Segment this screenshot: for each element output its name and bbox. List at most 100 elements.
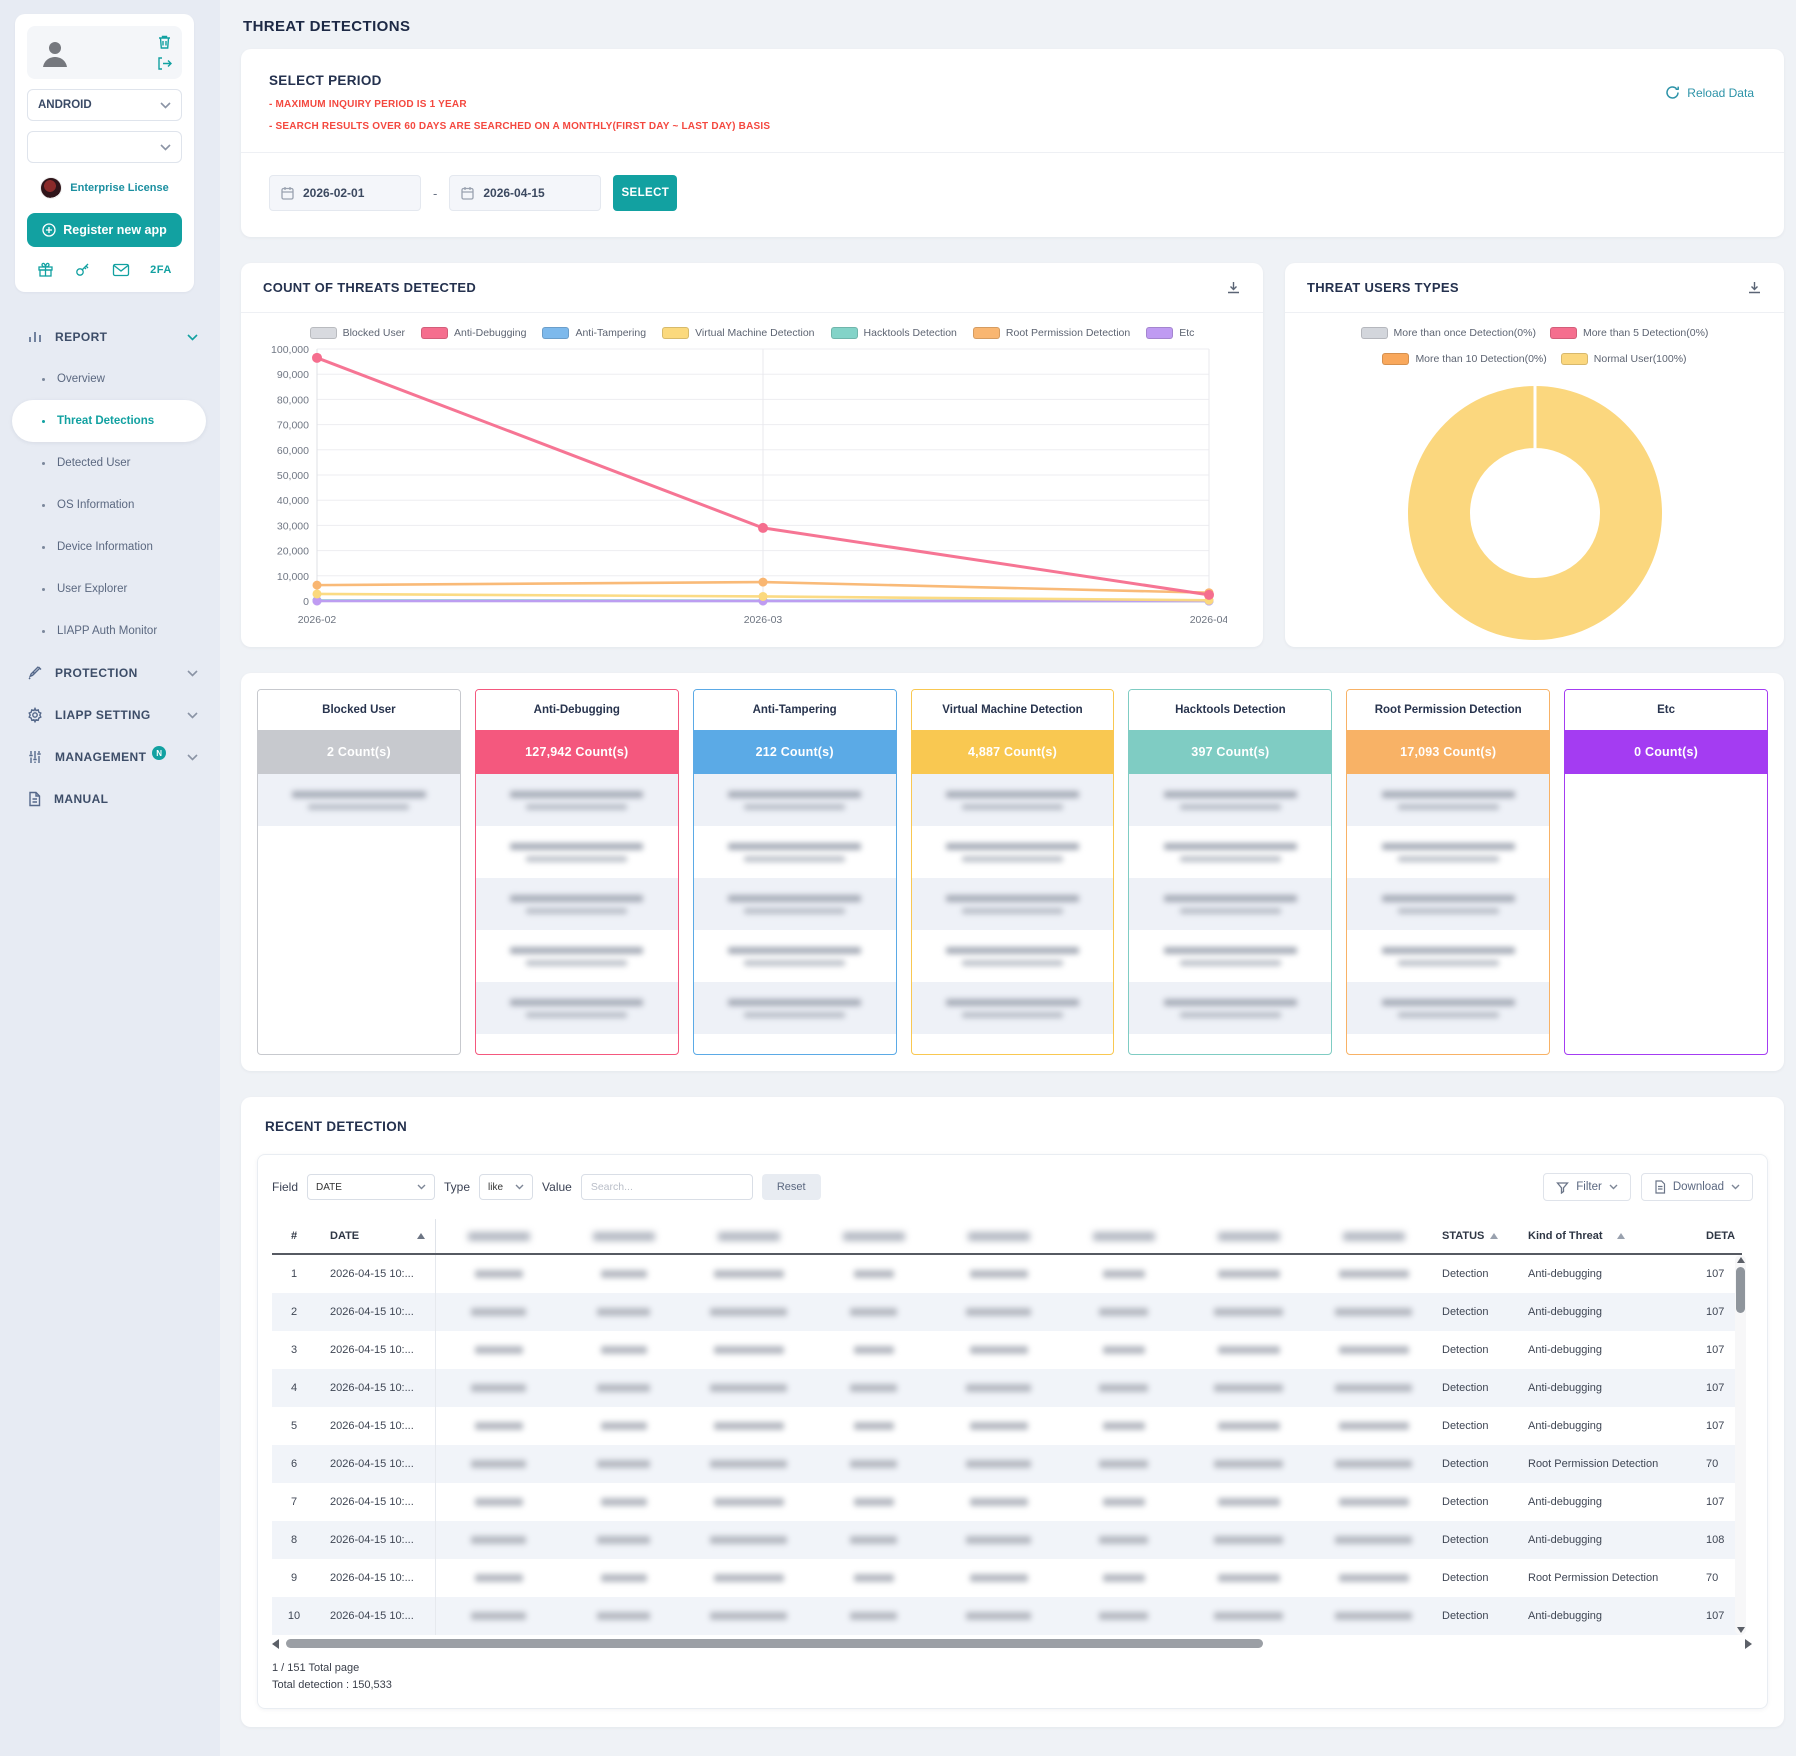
menu-report[interactable]: REPORT (0, 316, 220, 358)
legend-item[interactable]: Virtual Machine Detection (662, 327, 815, 339)
sidebar-item-user-explorer[interactable]: User Explorer (0, 568, 220, 610)
sidebar-item-os-information[interactable]: OS Information (0, 484, 220, 526)
scroll-left-arrow[interactable] (272, 1639, 279, 1649)
logout-icon[interactable] (156, 56, 172, 71)
legend-item[interactable]: Normal User(100%) (1560, 353, 1687, 365)
count-card-title: Anti-Debugging (475, 690, 678, 730)
blurred-text (474, 1270, 523, 1278)
blurred-entry (693, 982, 896, 1034)
blurred-text (1217, 1574, 1280, 1582)
legend-item[interactable]: Blocked User (309, 327, 405, 339)
blurred-text (728, 894, 862, 902)
sort-asc-icon[interactable] (417, 1233, 425, 1239)
date-from-input[interactable]: 2026-02-01 (269, 175, 421, 211)
gift-icon[interactable] (37, 261, 54, 278)
legend-item[interactable]: Anti-Debugging (421, 327, 526, 339)
menu-liapp-setting[interactable]: LIAPP SETTING (0, 694, 220, 736)
svg-text:100,000: 100,000 (271, 344, 309, 356)
legend-item[interactable]: Root Permission Detection (972, 327, 1130, 339)
legend-item[interactable]: More than 10 Detection(0%) (1382, 353, 1547, 365)
sidebar-item-threat-detections[interactable]: Threat Detections (12, 400, 206, 442)
cell-blurred (1186, 1384, 1311, 1392)
select-button[interactable]: SELECT (613, 175, 678, 211)
mail-icon[interactable] (112, 263, 130, 277)
download-button[interactable]: Download (1640, 1173, 1753, 1201)
cell-blurred (936, 1536, 1061, 1544)
download-icon[interactable] (1747, 280, 1762, 295)
legend-item[interactable]: Hacktools Detection (830, 327, 957, 339)
table-row[interactable]: 5 2026-04-15 10:... Detection Anti-debuggin… (272, 1407, 1742, 1445)
platform-select[interactable]: ANDROID (27, 89, 182, 121)
reset-button[interactable]: Reset (761, 1174, 821, 1200)
calendar-icon (281, 187, 294, 200)
twofa-button[interactable]: 2FA (150, 264, 172, 276)
type-select[interactable]: like (479, 1174, 534, 1200)
column-header-date[interactable]: DATE (316, 1219, 436, 1253)
column-header-num[interactable]: # (272, 1230, 316, 1242)
cell-blurred (811, 1498, 936, 1506)
table-row[interactable]: 7 2026-04-15 10:... Detection Anti-debuggin… (272, 1483, 1742, 1521)
horizontal-scroll-thumb[interactable] (286, 1639, 1263, 1648)
count-card-value: 0 Count(s) (1565, 730, 1767, 774)
reload-data-button[interactable]: Reload Data (1665, 85, 1754, 100)
legend-item[interactable]: Etc (1146, 327, 1194, 339)
menu-report-label: REPORT (55, 330, 108, 344)
column-header-detail[interactable]: DETA (1706, 1230, 1742, 1242)
vertical-scroll-thumb[interactable] (1736, 1267, 1745, 1313)
filter-button[interactable]: Filter (1543, 1173, 1631, 1201)
app-select[interactable] (27, 131, 182, 163)
table-row[interactable]: 1 2026-04-15 10:... Detection Anti-debuggin… (272, 1255, 1742, 1293)
sidebar-item-label: LIAPP Auth Monitor (57, 625, 158, 637)
cell-blurred (1061, 1460, 1186, 1468)
blurred-text (945, 842, 1080, 850)
table-row[interactable]: 8 2026-04-15 10:... Detection Anti-debuggin… (272, 1521, 1742, 1559)
vertical-scrollbar[interactable] (1735, 1255, 1746, 1635)
cell-blurred (436, 1384, 561, 1392)
blurred-entry (912, 930, 1114, 982)
count-card-list (258, 774, 460, 1054)
blurred-entry (258, 774, 460, 826)
license-row: Enterprise License (27, 177, 182, 199)
chevron-down-icon (187, 669, 198, 677)
chevron-down-icon (160, 143, 171, 151)
horizontal-scrollbar[interactable] (272, 1638, 1752, 1650)
field-select[interactable]: DATE (307, 1174, 436, 1200)
column-header-status[interactable]: STATUS (1436, 1230, 1528, 1242)
table-row[interactable]: 2 2026-04-15 10:... Detection Anti-debuggin… (272, 1293, 1742, 1331)
legend-item[interactable]: More than once Detection(0%) (1360, 327, 1536, 339)
key-icon[interactable] (74, 261, 91, 278)
register-new-app-button[interactable]: Register new app (27, 213, 182, 247)
sidebar-item-device-information[interactable]: Device Information (0, 526, 220, 568)
download-icon[interactable] (1226, 280, 1241, 295)
sidebar-item-overview[interactable]: Overview (0, 358, 220, 400)
search-input[interactable] (580, 1174, 753, 1200)
menu-manual[interactable]: MANUAL (0, 778, 220, 820)
legend-item[interactable]: More than 5 Detection(0%) (1549, 327, 1708, 339)
sort-icon[interactable] (1616, 1233, 1625, 1239)
blurred-text (728, 946, 862, 954)
menu-protection[interactable]: PROTECTION (0, 652, 220, 694)
table-row[interactable]: 6 2026-04-15 10:... Detection Root Permissi… (272, 1445, 1742, 1483)
menu-management[interactable]: MANAGEMENT N (0, 736, 220, 778)
trash-icon[interactable] (157, 34, 172, 50)
legend-swatch (662, 327, 690, 339)
sidebar-item-liapp-auth-monitor[interactable]: LIAPP Auth Monitor (0, 610, 220, 652)
sidebar-menu: REPORT Overview Threat Detections Detected… (0, 316, 220, 820)
table-row[interactable]: 3 2026-04-15 10:... Detection Anti-debuggin… (272, 1331, 1742, 1369)
sidebar-item-label: User Explorer (57, 583, 128, 595)
sort-icon[interactable] (1490, 1233, 1499, 1239)
table-row[interactable]: 9 2026-04-15 10:... Detection Root Permissi… (272, 1559, 1742, 1597)
table-row[interactable]: 4 2026-04-15 10:... Detection Anti-debuggin… (272, 1369, 1742, 1407)
sidebar-item-detected-user[interactable]: Detected User (0, 442, 220, 484)
scroll-down-arrow[interactable] (1736, 1627, 1745, 1633)
scroll-right-arrow[interactable] (1745, 1639, 1752, 1649)
blurred-text (966, 1536, 1031, 1544)
date-to-input[interactable]: 2026-04-15 (449, 175, 602, 211)
column-header-blurred (561, 1231, 686, 1241)
column-header-kind[interactable]: Kind of Threat (1528, 1230, 1706, 1242)
scroll-up-arrow[interactable] (1736, 1257, 1745, 1263)
main-content: THREAT DETECTIONS SELECT PERIOD - MAXIMU… (220, 0, 1796, 1756)
table-row[interactable]: 10 2026-04-15 10:... Detection Anti-debuggi… (272, 1597, 1742, 1635)
legend-item[interactable]: Anti-Tampering (542, 327, 646, 339)
blurred-text (966, 1612, 1031, 1620)
